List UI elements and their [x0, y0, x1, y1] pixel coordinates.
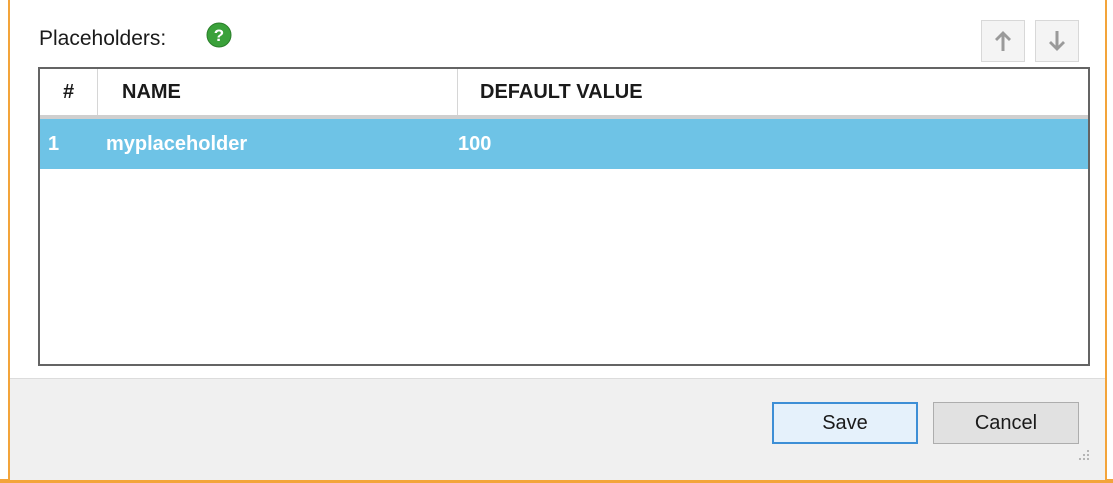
row-index: 1 [48, 132, 60, 155]
placeholders-table: # NAME DEFAULT VALUE 1 myplaceholder 100 [38, 67, 1090, 366]
svg-text:?: ? [214, 26, 224, 45]
placeholders-label: Placeholders: [39, 27, 167, 50]
window-border-right [1105, 0, 1113, 483]
cancel-button[interactable]: Cancel [933, 402, 1079, 444]
column-header-index[interactable]: # [40, 69, 98, 115]
table-body: 1 myplaceholder 100 [40, 119, 1088, 169]
column-header-name[interactable]: NAME [98, 69, 458, 115]
table-row[interactable]: 1 myplaceholder 100 [40, 119, 1088, 169]
row-default-value[interactable]: 100 [458, 119, 1088, 169]
placeholders-dialog: Placeholders: ? # NAME DEFAULT VALUE 1 m… [0, 0, 1113, 483]
arrow-down-icon [1049, 31, 1065, 51]
row-name[interactable]: myplaceholder [98, 119, 458, 169]
resize-grip-icon[interactable] [1075, 446, 1091, 462]
table-header: # NAME DEFAULT VALUE [40, 69, 1088, 119]
move-up-button[interactable] [981, 20, 1025, 62]
help-question-icon[interactable]: ? [206, 22, 232, 48]
move-down-button[interactable] [1035, 20, 1079, 62]
arrow-up-icon [995, 31, 1011, 51]
save-button[interactable]: Save [772, 402, 918, 444]
window-border-left [0, 0, 10, 483]
dialog-footer: Save Cancel [10, 378, 1105, 480]
placeholders-header: Placeholders: ? [10, 14, 1105, 62]
column-header-default-value[interactable]: DEFAULT VALUE [458, 69, 1088, 115]
